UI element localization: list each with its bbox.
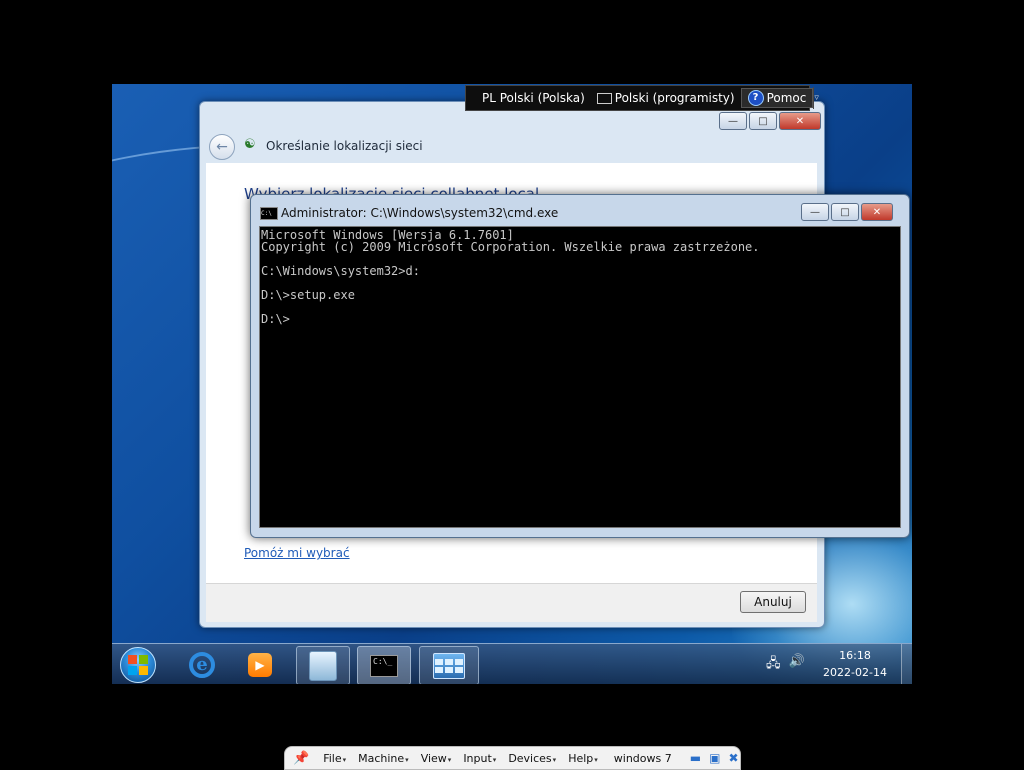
keyboard-icon (596, 92, 612, 104)
windows-logo-icon (120, 646, 156, 683)
menu-machine[interactable]: Machine (358, 752, 409, 765)
windows-explorer-icon (309, 650, 337, 681)
maximize-button[interactable]: □ (831, 203, 859, 221)
cmd-icon: C:\_ (370, 654, 398, 677)
media-player-icon: ▶ (248, 652, 272, 677)
wizard-footer: Anuluj (206, 583, 817, 622)
network-tray-icon[interactable]: 🖧 (766, 654, 781, 676)
menu-file[interactable]: File (323, 752, 346, 765)
help-label: Pomoc (766, 91, 807, 105)
keyboard-layout-button[interactable]: Polski (programisty) (591, 91, 741, 105)
cmd-title: Administrator: C:\Windows\system32\cmd.e… (281, 206, 559, 220)
taskbar-cmd[interactable]: C:\_ (357, 646, 411, 684)
console-area[interactable]: Microsoft Windows [Wersja 6.1.7601] Copy… (259, 226, 901, 528)
help-icon: ? (747, 90, 764, 106)
close-button[interactable]: ✕ (861, 203, 893, 221)
close-icon[interactable]: ✖ (728, 751, 738, 765)
restore-icon[interactable]: ▣ (709, 751, 720, 765)
taskbar: e ▶ C:\_ 🖧 🔊 16:18 2022-02-14 (112, 643, 912, 684)
system-tray: 🖧 🔊 (766, 654, 805, 676)
cmd-window-controls: — □ ✕ (801, 203, 893, 221)
taskbar-media-player[interactable]: ▶ (238, 646, 282, 683)
start-button[interactable] (118, 646, 158, 683)
minimize-button[interactable]: — (719, 112, 747, 130)
menu-help[interactable]: Help (568, 752, 598, 765)
minimize-button[interactable]: — (801, 203, 829, 221)
language-bar: PL Polski (Polska) Polski (programisty) … (465, 85, 819, 111)
clock-time: 16:18 (839, 649, 871, 662)
show-desktop-button[interactable] (901, 644, 912, 684)
chevron-down-icon[interactable]: ▿ (813, 87, 819, 109)
menu-input[interactable]: Input (463, 752, 496, 765)
guest-desktop: — □ ✕ ← ☯ Określanie lokalizacji sieci W… (112, 84, 912, 684)
taskbar-windows-explorer[interactable] (296, 646, 350, 684)
internet-explorer-icon: e (189, 651, 215, 678)
maximize-button[interactable]: □ (749, 112, 777, 130)
vm-name: windows 7 (613, 751, 672, 765)
clock-date: 2022-02-14 (823, 666, 887, 679)
help-button[interactable]: ? Pomoc (740, 88, 814, 108)
wizard-title: Określanie lokalizacji sieci (266, 139, 423, 153)
cmd-window[interactable]: C:\ Administrator: C:\Windows\system32\c… (250, 194, 910, 538)
close-button[interactable]: ✕ (779, 112, 821, 130)
volume-icon[interactable]: 🔊 (789, 654, 805, 676)
menu-view[interactable]: View (421, 752, 452, 765)
cancel-button[interactable]: Anuluj (740, 591, 806, 613)
menu-devices[interactable]: Devices (508, 752, 556, 765)
keyboard-layout-label: Polski (programisty) (614, 91, 735, 105)
clock[interactable]: 16:18 2022-02-14 (815, 647, 895, 681)
network-icon: ☯ (244, 137, 256, 152)
wizard-window-controls: — □ ✕ (719, 112, 821, 130)
help-me-choose-link[interactable]: Pomóż mi wybrać (244, 546, 350, 560)
back-arrow-icon[interactable]: ← (209, 134, 235, 160)
input-language[interactable]: PL Polski (Polska) (476, 91, 591, 105)
virtualbox-mini-toolbar: 📌 File Machine View Input Devices Help w… (284, 746, 741, 770)
console-output: Microsoft Windows [Wersja 6.1.7601] Copy… (261, 228, 760, 326)
pin-icon[interactable]: 📌 (293, 751, 309, 766)
minimize-icon[interactable]: ▬ (690, 751, 701, 765)
taskbar-control-panel[interactable] (419, 646, 479, 684)
taskbar-internet-explorer[interactable]: e (180, 646, 224, 683)
cmd-title-icon: C:\ (260, 207, 278, 220)
control-panel-icon (433, 652, 465, 679)
